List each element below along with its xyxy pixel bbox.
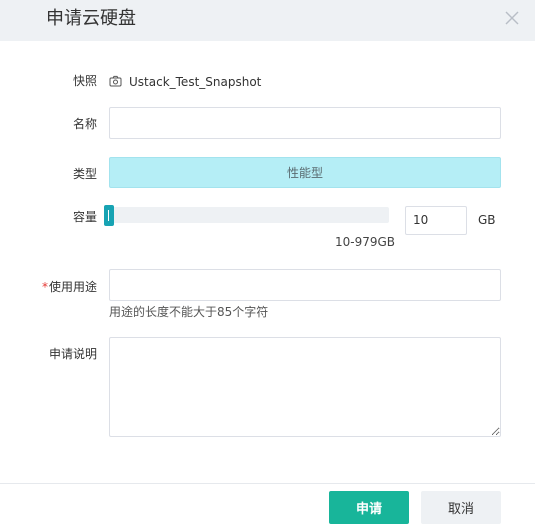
- cancel-button[interactable]: 取消: [421, 491, 501, 524]
- capacity-label: 容量: [72, 210, 97, 224]
- footer-divider: [0, 483, 535, 484]
- type-label: 类型: [72, 167, 97, 181]
- usage-label: *使用用途: [7, 278, 97, 295]
- dialog-title: 申请云硬盘: [46, 8, 136, 29]
- usage-hint: 用途的长度不能大于85个字符: [109, 305, 269, 319]
- snapshot-label: 快照: [72, 74, 97, 88]
- dialog-header: 申请云硬盘: [0, 0, 535, 41]
- camera-icon: [109, 72, 122, 91]
- name-label: 名称: [72, 117, 97, 131]
- apply-cloud-disk-dialog: 申请云硬盘 快照 Ustack_Test_Snapshot 名称 类型 性能型 …: [0, 0, 535, 530]
- submit-button[interactable]: 申请: [329, 491, 409, 524]
- description-label: 申请说明: [48, 347, 97, 361]
- close-icon[interactable]: [503, 9, 521, 27]
- capacity-input[interactable]: 10: [405, 206, 467, 235]
- name-input[interactable]: [109, 107, 501, 139]
- capacity-slider-handle[interactable]: [104, 205, 114, 226]
- usage-input[interactable]: [109, 269, 501, 301]
- required-mark: *: [41, 280, 48, 294]
- description-textarea[interactable]: [109, 337, 501, 437]
- capacity-range: 10-979GB: [335, 235, 396, 249]
- capacity-unit: GB: [478, 213, 496, 227]
- usage-label-text: 使用用途: [48, 280, 97, 294]
- capacity-slider-track[interactable]: [109, 207, 389, 223]
- snapshot-name: Ustack_Test_Snapshot: [129, 74, 262, 89]
- snapshot-value: Ustack_Test_Snapshot: [109, 72, 261, 91]
- type-option-performance[interactable]: 性能型: [109, 157, 501, 188]
